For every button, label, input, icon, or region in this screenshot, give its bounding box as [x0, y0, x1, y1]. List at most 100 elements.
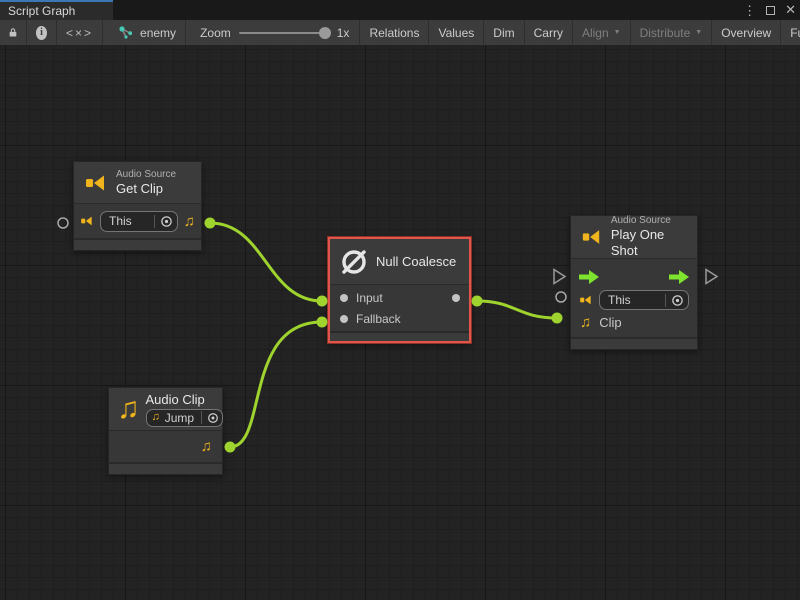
node-play-one-shot-header[interactable]: Audio Source Play One Shot: [571, 216, 697, 259]
tab-script-graph[interactable]: Script Graph: [0, 0, 113, 20]
music-note-icon: ♫: [201, 439, 212, 454]
graph-breadcrumb[interactable]: enemy: [103, 20, 186, 45]
target-field[interactable]: This: [100, 211, 178, 232]
values-label: Values: [438, 26, 474, 40]
connected-port-dot[interactable]: [472, 296, 483, 307]
null-coalesce-icon: [340, 248, 368, 276]
node-title: Audio Clip: [146, 392, 224, 408]
connected-port-dot[interactable]: [205, 218, 216, 229]
values-button[interactable]: Values: [429, 20, 484, 45]
node-title: Play One Shot: [611, 227, 687, 259]
distribute-button[interactable]: Distribute ▼: [631, 20, 713, 45]
audio-source-icon: [581, 225, 603, 249]
lock-button[interactable]: [0, 20, 27, 45]
audio-source-icon: [80, 214, 94, 228]
graph-canvas[interactable]: Audio Source Get Clip This: [0, 46, 800, 600]
target-picker-icon[interactable]: [207, 412, 219, 424]
full-screen-label: Full Screen: [790, 26, 800, 40]
port-row-this: This ♫: [74, 204, 201, 238]
unconnected-control-out-port[interactable]: [706, 270, 717, 284]
input-port-dot[interactable]: [340, 294, 348, 302]
output-port-dot[interactable]: [452, 294, 460, 302]
connected-port-dot[interactable]: [317, 296, 328, 307]
node-null-coalesce[interactable]: Null Coalesce Input Fallback: [328, 237, 471, 343]
music-note-icon: ♫: [184, 214, 195, 229]
graph-toolbar: i <×> enemy Zoom 1x Relations Values Dim…: [0, 20, 800, 46]
close-icon[interactable]: ✕: [785, 2, 796, 18]
align-button[interactable]: Align ▼: [573, 20, 631, 45]
target-value: This: [109, 214, 147, 228]
port-row-input[interactable]: Input: [330, 287, 469, 308]
node-null-coalesce-header[interactable]: Null Coalesce: [330, 239, 469, 285]
audio-clip-field[interactable]: ♫ Jump: [146, 409, 224, 427]
node-play-one-shot-body: This ♫ Clip: [571, 259, 697, 337]
node-get-clip-header[interactable]: Audio Source Get Clip: [74, 162, 201, 204]
relations-label: Relations: [369, 26, 419, 40]
node-null-coalesce-footer: [330, 331, 469, 341]
input-port-label: Input: [356, 291, 383, 305]
maximize-icon[interactable]: [766, 6, 775, 15]
wire-audioclip-to-fallback[interactable]: [230, 322, 322, 447]
dim-button[interactable]: Dim: [484, 20, 524, 45]
node-category: Audio Source: [611, 215, 687, 227]
port-row-output: ♫: [109, 431, 222, 462]
node-category: Audio Source: [116, 169, 176, 181]
window-menu-icon[interactable]: ⋮: [743, 4, 756, 17]
connected-port-dot[interactable]: [225, 442, 236, 453]
code-icon: <×>: [66, 26, 93, 40]
audio-clip-value: Jump: [165, 411, 194, 425]
node-audio-clip-header[interactable]: ♫ Audio Clip ♫ Jump: [109, 388, 222, 431]
node-get-clip[interactable]: Audio Source Get Clip This: [73, 161, 202, 251]
target-picker-icon[interactable]: [160, 215, 173, 228]
port-row-clip[interactable]: ♫ Clip: [571, 311, 697, 333]
unconnected-control-in-port[interactable]: [554, 270, 565, 284]
connected-port-dot[interactable]: [552, 313, 563, 324]
clip-port-label: Clip: [599, 315, 621, 330]
target-field[interactable]: This: [599, 290, 689, 310]
inspector-button[interactable]: i: [27, 20, 57, 45]
align-label: Align: [582, 26, 609, 40]
audio-clip-icon: ♫: [117, 394, 140, 424]
relations-button[interactable]: Relations: [360, 20, 429, 45]
control-flow-row[interactable]: [571, 265, 697, 289]
node-get-clip-body: This ♫: [74, 204, 201, 238]
connected-port-dot[interactable]: [317, 317, 328, 328]
carry-button[interactable]: Carry: [525, 20, 573, 45]
port-row-this: This: [571, 289, 697, 311]
unconnected-value-port[interactable]: [556, 292, 566, 302]
unconnected-value-port[interactable]: [58, 218, 68, 228]
control-flow-in-arrow-icon[interactable]: [579, 270, 599, 284]
tab-title: Script Graph: [8, 4, 75, 18]
code-view-button[interactable]: <×>: [57, 20, 103, 45]
music-note-icon: ♫: [580, 315, 591, 330]
caret-down-icon: ▼: [695, 29, 702, 36]
target-value: This: [608, 293, 658, 307]
zoom-slider-handle[interactable]: [319, 27, 331, 39]
zoom-slider[interactable]: [239, 32, 329, 34]
port-row-fallback[interactable]: Fallback: [330, 308, 469, 329]
wire-output-to-clip[interactable]: [477, 301, 557, 318]
script-graph-window: Script Graph ⋮ ✕ i <×>: [0, 0, 800, 600]
fallback-port-dot[interactable]: [340, 315, 348, 323]
caret-down-icon: ▼: [614, 29, 621, 36]
node-audio-clip[interactable]: ♫ Audio Clip ♫ Jump ♫: [108, 387, 223, 475]
lock-icon: [9, 26, 17, 39]
overview-label: Overview: [721, 26, 771, 40]
audio-source-icon: [84, 171, 108, 195]
info-icon: i: [36, 26, 47, 40]
node-play-one-shot[interactable]: Audio Source Play One Shot: [570, 215, 698, 350]
zoom-control: Zoom 1x: [186, 20, 360, 45]
carry-label: Carry: [534, 26, 563, 40]
target-picker-icon[interactable]: [671, 294, 684, 307]
distribute-label: Distribute: [640, 26, 691, 40]
overview-button[interactable]: Overview: [712, 20, 781, 45]
node-title: Null Coalesce: [376, 254, 456, 270]
node-get-clip-footer: [74, 238, 201, 250]
full-screen-button[interactable]: Full Screen: [781, 20, 800, 45]
node-audio-clip-body: ♫: [109, 431, 222, 462]
wire-getclip-to-input[interactable]: [210, 223, 322, 301]
music-note-icon: ♫: [152, 412, 160, 423]
control-flow-out-arrow-icon[interactable]: [669, 270, 689, 284]
dim-label: Dim: [493, 26, 514, 40]
zoom-value: 1x: [337, 26, 350, 40]
